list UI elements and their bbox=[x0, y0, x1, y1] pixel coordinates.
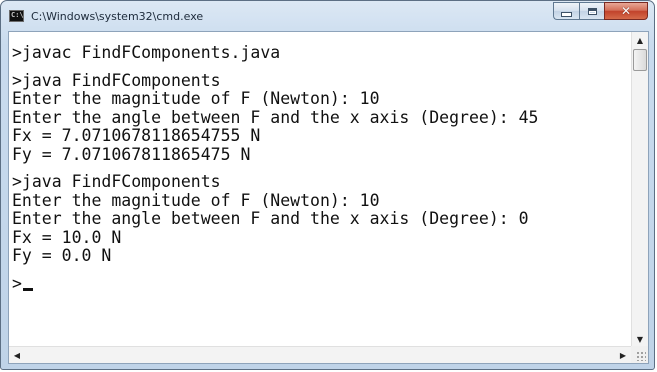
scroll-down-button[interactable]: ▼ bbox=[632, 331, 648, 347]
console-line-text: > bbox=[12, 273, 22, 293]
console-line: Enter the angle between F and the x axis… bbox=[12, 209, 631, 229]
close-button[interactable]: ✕ bbox=[604, 2, 648, 20]
console-line-text: >javac FindFComponents.java bbox=[12, 43, 281, 62]
scroll-right-button[interactable]: ▶ bbox=[615, 347, 631, 363]
console-line-text: Fx = 7.0710678118654755 N bbox=[12, 126, 261, 145]
console-window: C:\ C:\Windows\system32\cmd.exe ✕ >javac… bbox=[0, 0, 655, 370]
console-line: > bbox=[12, 273, 631, 294]
console-line: Enter the angle between F and the x axis… bbox=[12, 107, 631, 128]
console-line-text: Enter the magnitude of F (Newton): 10 bbox=[12, 89, 380, 108]
console-line-text: Enter the angle between F and the x axis… bbox=[12, 209, 529, 228]
up-arrow-icon: ▲ bbox=[636, 35, 644, 45]
console-line: >java FindFComponents bbox=[12, 70, 631, 91]
text-cursor bbox=[22, 287, 33, 291]
window-title: C:\Windows\system32\cmd.exe bbox=[31, 10, 204, 23]
console-line-text: Fy = 7.071067811865475 N bbox=[12, 144, 251, 164]
console-line: >javac FindFComponents.java bbox=[12, 43, 631, 63]
console-line: Fy = 7.071067811865475 N bbox=[12, 144, 631, 165]
caption-buttons: ✕ bbox=[553, 2, 648, 21]
minimize-button[interactable] bbox=[553, 2, 579, 20]
console-line: Fy = 0.0 N bbox=[12, 246, 631, 266]
right-arrow-icon: ▶ bbox=[619, 350, 627, 360]
close-icon: ✕ bbox=[620, 4, 632, 18]
down-arrow-icon: ▼ bbox=[636, 334, 644, 344]
console-line-text: >java FindFComponents bbox=[12, 70, 221, 90]
console-line: Fx = 7.0710678118654755 N bbox=[12, 126, 631, 146]
minimize-icon bbox=[561, 11, 572, 17]
scroll-left-button[interactable]: ◀ bbox=[9, 347, 25, 363]
console-line-text: Enter the magnitude of F (Newton): 10 bbox=[12, 190, 380, 210]
vertical-scroll-thumb[interactable] bbox=[633, 49, 647, 71]
console-line: Fx = 10.0 N bbox=[12, 227, 631, 248]
size-grip[interactable] bbox=[631, 346, 648, 363]
title-bar[interactable]: C:\ C:\Windows\system32\cmd.exe ✕ bbox=[1, 1, 654, 31]
console-output[interactable]: >javac FindFComponents.java >java FindFCo… bbox=[9, 32, 631, 347]
scroll-up-button[interactable]: ▲ bbox=[632, 32, 648, 48]
maximize-icon bbox=[587, 7, 597, 15]
cmd-icon-text: C:\ bbox=[11, 11, 24, 19]
console-line-text: Fx = 10.0 N bbox=[12, 227, 122, 247]
resize-grip-icon bbox=[636, 351, 646, 361]
console-line: Enter the magnitude of F (Newton): 10 bbox=[12, 190, 631, 211]
maximize-button[interactable] bbox=[579, 2, 604, 20]
console-line-text: Enter the angle between F and the x axis… bbox=[12, 107, 539, 127]
console-area[interactable]: >javac FindFComponents.java >java FindFCo… bbox=[8, 31, 649, 364]
console-line-text: Fy = 0.0 N bbox=[12, 246, 112, 265]
console-line: >java FindFComponents bbox=[12, 172, 631, 192]
horizontal-scrollbar[interactable]: ◀ ▶ bbox=[9, 346, 631, 363]
console-line-text: >java FindFComponents bbox=[12, 172, 221, 191]
vertical-scrollbar[interactable]: ▲ ▼ bbox=[631, 32, 648, 347]
left-arrow-icon: ◀ bbox=[13, 350, 21, 360]
console-line: Enter the magnitude of F (Newton): 10 bbox=[12, 89, 631, 109]
cmd-icon[interactable]: C:\ bbox=[9, 10, 24, 22]
